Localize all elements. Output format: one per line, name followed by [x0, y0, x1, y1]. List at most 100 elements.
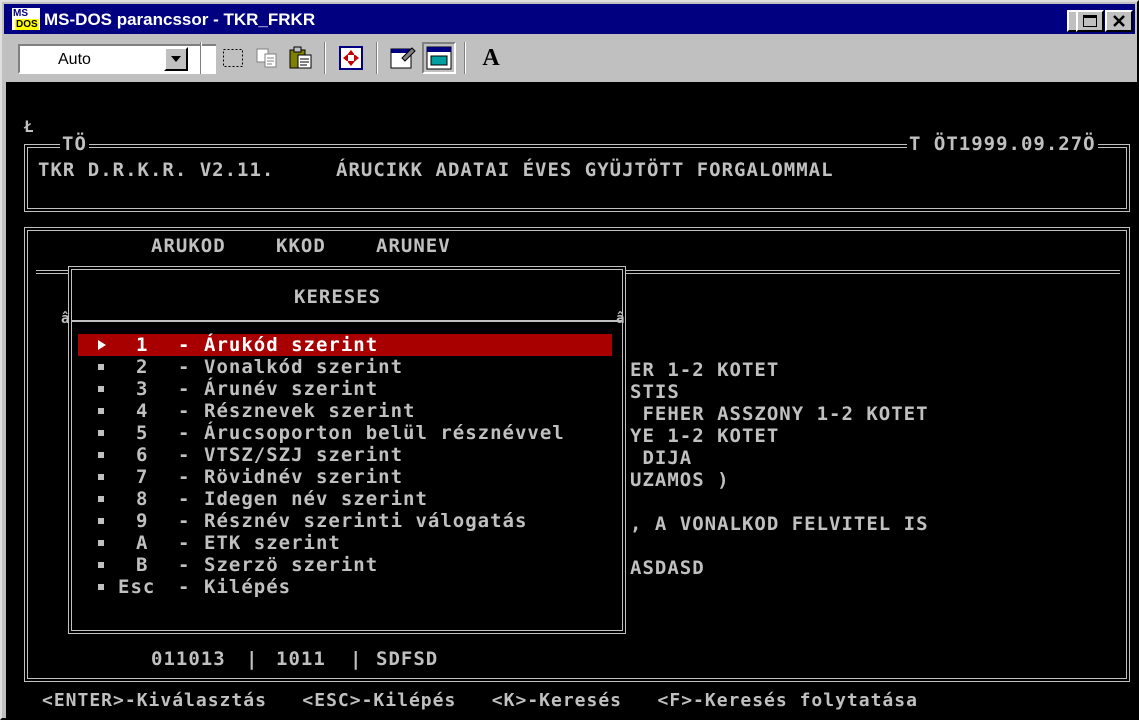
- font-size-value: Auto: [58, 51, 91, 68]
- toolbar-separator: [376, 42, 378, 74]
- menu-item-b[interactable]: B - Szerzö szerint: [98, 554, 612, 576]
- list-item[interactable]: ER 1-2 KOTET: [630, 359, 779, 381]
- toolbar: Auto A: [4, 36, 1135, 80]
- menu-item-label: Idegen név szerint: [204, 488, 428, 510]
- font-icon: A: [482, 44, 500, 71]
- menu-item-3[interactable]: 3 - Árunév szerint: [98, 378, 612, 400]
- status-bar-shortcuts: <ENTER>-Kiválasztás <ESC>-Kilépés <K>-Ke…: [42, 690, 918, 711]
- mark-icon: [223, 49, 243, 67]
- menu-item-label: Kilépés: [204, 576, 292, 598]
- copy-button[interactable]: [250, 42, 284, 74]
- column-header-arukod: ARUKOD: [151, 235, 226, 257]
- close-button[interactable]: [1105, 10, 1133, 32]
- menu-item-dash: -: [178, 444, 191, 466]
- current-kkod: 1011: [276, 648, 326, 670]
- maximize-button[interactable]: [1076, 10, 1104, 32]
- menu-item-1[interactable]: 1 - Árukód szerint: [98, 334, 612, 356]
- menu-item-dash: -: [178, 576, 191, 598]
- bullet-icon: [98, 540, 104, 546]
- bullet-icon: [98, 518, 104, 524]
- menu-item-label: Vonalkód szerint: [204, 356, 404, 378]
- bullet-icon: [98, 562, 104, 568]
- menu-item-dash: -: [178, 422, 191, 444]
- menu-item-key: 5: [136, 422, 149, 444]
- icon-text-ms: MS: [13, 8, 28, 19]
- list-item[interactable]: YE 1-2 KOTET: [630, 425, 779, 447]
- menu-item-key: 4: [136, 400, 149, 422]
- search-popup-marker-left: â: [61, 311, 71, 327]
- mark-button[interactable]: [216, 42, 250, 74]
- list-item[interactable]: FEHER ASSZONY 1-2 KOTET: [630, 403, 929, 425]
- search-popup-marker-right: â: [616, 311, 626, 327]
- list-item[interactable]: STIS: [630, 381, 680, 403]
- menu-item-dash: -: [178, 334, 191, 356]
- console-cursor: Ł: [24, 117, 35, 136]
- ms-dos-icon[interactable]: MS DOS: [12, 8, 40, 30]
- menu-item-dash: -: [178, 378, 191, 400]
- menu-item-7[interactable]: 7 - Rövidnév szerint: [98, 466, 612, 488]
- screen-title: ÁRUCIKK ADATAI ÉVES GYÜJTÖTT FORGALOMMAL: [336, 159, 834, 181]
- menu-item-key: 2: [136, 356, 149, 378]
- list-item[interactable]: ASDASD: [630, 557, 705, 579]
- menu-item-5[interactable]: 5 - Árucsoporton belül résznévvel: [98, 422, 612, 444]
- bullet-icon: [98, 474, 104, 480]
- menu-item-label: VTSZ/SZJ szerint: [204, 444, 404, 466]
- column-header-arunev: ARUNEV: [376, 235, 451, 257]
- menu-item-key: A: [136, 532, 149, 554]
- menu-item-2[interactable]: 2 - Vonalkód szerint: [98, 356, 612, 378]
- paste-button[interactable]: [284, 42, 318, 74]
- toolbar-separator: [464, 42, 466, 74]
- menu-item-key: B: [136, 554, 149, 576]
- background-button[interactable]: [422, 42, 456, 74]
- properties-button[interactable]: [386, 42, 420, 74]
- font-size-select[interactable]: Auto: [18, 44, 218, 74]
- menu-item-label: Árunév szerint: [204, 378, 379, 400]
- header-top-left-tag: TÖ: [60, 133, 89, 155]
- ms-dos-window: MS DOS MS-DOS parancssor - TKR_FRKR Auto: [0, 0, 1139, 720]
- menu-item-dash: -: [178, 466, 191, 488]
- font-size-dropdown-button[interactable]: [164, 47, 188, 71]
- menu-item-key: Esc: [118, 576, 156, 598]
- toolbar-separator: [324, 42, 326, 74]
- column-header-kkod: KKOD: [276, 235, 326, 257]
- field-divider: |: [246, 648, 259, 670]
- bullet-icon: [98, 408, 104, 414]
- menu-item-key: 1: [136, 334, 149, 356]
- field-divider: |: [350, 648, 363, 670]
- menu-item-label: Résznevek szerint: [204, 400, 416, 422]
- copy-icon: [256, 48, 277, 68]
- menu-item-8[interactable]: 8 - Idegen név szerint: [98, 488, 612, 510]
- fullscreen-icon: [339, 46, 363, 70]
- font-button[interactable]: A: [474, 42, 508, 74]
- paste-icon: [289, 46, 312, 69]
- menu-item-dash: -: [178, 400, 191, 422]
- list-item[interactable]: UZAMOS ): [630, 469, 730, 491]
- menu-item-6[interactable]: 6 - VTSZ/SZJ szerint: [98, 444, 612, 466]
- bullet-icon: [98, 584, 104, 590]
- menu-item-key: 6: [136, 444, 149, 466]
- title-bar[interactable]: MS DOS MS-DOS parancssor - TKR_FRKR: [4, 4, 1135, 34]
- search-popup-title: KERESES: [294, 286, 382, 308]
- menu-item-a[interactable]: A - ETK szerint: [98, 532, 612, 554]
- window-title: MS-DOS parancssor - TKR_FRKR: [44, 10, 316, 29]
- menu-item-9[interactable]: 9 - Résznév szerinti válogatás: [98, 510, 612, 532]
- menu-item-esc[interactable]: Esc - Kilépés: [98, 576, 612, 598]
- menu-item-dash: -: [178, 532, 191, 554]
- list-item[interactable]: DIJA: [630, 447, 692, 469]
- menu-item-key: 8: [136, 488, 149, 510]
- maximize-icon: [1083, 15, 1097, 27]
- menu-item-label: Árucsoporton belül résznévvel: [204, 422, 565, 444]
- search-popup-divider: [72, 320, 622, 322]
- current-arunev: SDFSD: [376, 648, 439, 670]
- menu-item-key: 3: [136, 378, 149, 400]
- list-item[interactable]: , A VONALKOD FELVITEL IS: [630, 513, 929, 535]
- toolbar-separator: [200, 42, 202, 74]
- menu-item-key: 9: [136, 510, 149, 532]
- menu-item-4[interactable]: 4 - Résznevek szerint: [98, 400, 612, 422]
- icon-text-dos: DOS: [15, 19, 39, 30]
- fullscreen-button[interactable]: [334, 42, 368, 74]
- console-screen[interactable]: Ł TÖ T ÖT1999.09.27Ö TKR D.R.K.R. V2.11.…: [6, 82, 1139, 720]
- bullet-icon: [98, 364, 104, 370]
- menu-item-label: Rövidnév szerint: [204, 466, 404, 488]
- close-icon: [1113, 15, 1125, 27]
